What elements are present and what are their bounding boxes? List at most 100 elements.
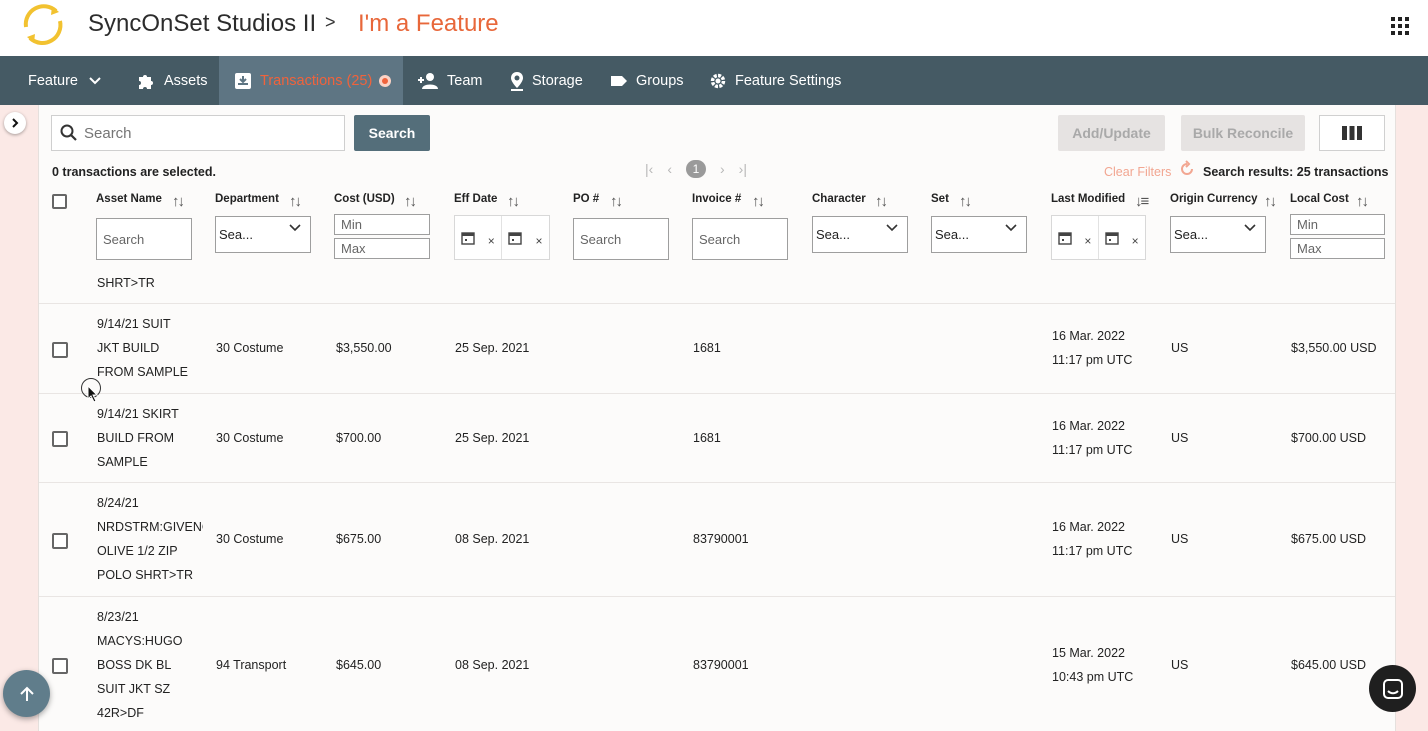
nav-groups[interactable]: Groups xyxy=(610,56,684,105)
sort-icon[interactable]: ↑↓ xyxy=(752,193,765,210)
search-button[interactable]: Search xyxy=(354,115,430,151)
sort-icon[interactable]: ↑↓ xyxy=(289,193,302,210)
scroll-to-top-button[interactable] xyxy=(3,670,50,717)
asset-name-cell[interactable]: 8/24/21 NRDSTRM:GIVENCHY OLIVE 1/2 ZIP P… xyxy=(97,491,203,587)
modified-from[interactable]: × xyxy=(1052,216,1099,259)
cost-min-field[interactable]: Min xyxy=(334,214,430,235)
table-row[interactable]: 9/14/21 SKIRT BUILD FROM SAMPLE 30 Costu… xyxy=(39,393,1395,482)
row-checkbox[interactable] xyxy=(52,342,68,358)
row-checkbox[interactable] xyxy=(52,431,68,447)
clear-date-icon[interactable]: × xyxy=(1132,234,1139,248)
search-field[interactable] xyxy=(51,115,345,151)
person-add-icon xyxy=(418,72,438,89)
col-local-cost[interactable]: Local Cost xyxy=(1290,193,1349,205)
local-cost-cell: $700.00 USD xyxy=(1291,431,1367,445)
col-asset-name[interactable]: Asset Name xyxy=(96,193,162,205)
inbox-download-icon xyxy=(235,72,251,89)
modified-time: 11:17 pm UTC xyxy=(1052,353,1133,367)
asset-line: BOSS DK BL xyxy=(97,658,172,672)
character-filter[interactable]: Sea... xyxy=(812,216,908,253)
col-set[interactable]: Set xyxy=(931,193,949,205)
sort-icon[interactable]: ↑↓ xyxy=(610,193,623,210)
clear-date-icon[interactable]: × xyxy=(535,234,542,248)
nav-assets[interactable]: Assets xyxy=(136,56,208,105)
col-invoice[interactable]: Invoice # xyxy=(692,193,741,205)
origin-currency-filter[interactable]: Sea... xyxy=(1170,216,1266,253)
table-row[interactable]: 9/14/21 SUIT JKT BUILD FROM SAMPLE 30 Co… xyxy=(39,303,1395,393)
select-all-checkbox[interactable] xyxy=(52,194,67,209)
feature-name[interactable]: I'm a Feature xyxy=(358,10,499,38)
modified-time: 10:43 pm UTC xyxy=(1052,670,1134,684)
column-chooser-button[interactable] xyxy=(1319,115,1385,151)
col-department[interactable]: Department xyxy=(215,193,279,205)
sort-icon[interactable]: ↑↓ xyxy=(507,193,520,210)
col-last-modified[interactable]: Last Modified xyxy=(1051,193,1125,205)
local-cost-max-field[interactable]: Max xyxy=(1290,238,1385,259)
sort-icon[interactable]: ↑↓ xyxy=(1356,193,1369,210)
clear-date-icon[interactable]: × xyxy=(488,234,495,248)
studio-name[interactable]: SyncOnSet Studios II xyxy=(88,10,316,38)
set-filter[interactable]: Sea... xyxy=(931,216,1027,253)
sort-icon[interactable]: ↑↓ xyxy=(404,193,417,210)
asset-name-filter[interactable]: Search xyxy=(96,218,192,260)
search-input[interactable] xyxy=(84,124,334,142)
eff-date-from[interactable]: × xyxy=(455,216,502,259)
last-modified-range[interactable]: × × xyxy=(1051,215,1146,260)
prev-page-icon[interactable]: ‹ xyxy=(667,161,672,177)
col-po[interactable]: PO # xyxy=(573,193,599,205)
sync-logo-icon[interactable] xyxy=(18,1,68,47)
page-number[interactable]: 1 xyxy=(685,160,706,178)
next-page-icon[interactable]: › xyxy=(720,161,725,177)
row-checkbox[interactable] xyxy=(52,533,68,549)
cost-max-field[interactable]: Max xyxy=(334,238,430,259)
invoice-cell: 1681 xyxy=(693,431,721,445)
sort-icon[interactable]: ↑↓ xyxy=(875,193,888,210)
chat-support-button[interactable] xyxy=(1369,665,1416,712)
asset-line: BUILD FROM xyxy=(97,431,175,445)
eff-date-to[interactable]: × xyxy=(502,216,549,259)
eff-date-range[interactable]: × × xyxy=(454,215,550,260)
table-row[interactable]: 8/23/21 MACYS:HUGO BOSS DK BL SUIT JKT S… xyxy=(39,596,1395,731)
asset-line: SAMPLE xyxy=(97,455,148,469)
clear-filters-link[interactable]: Clear Filters xyxy=(1104,165,1171,179)
first-page-icon[interactable]: |‹ xyxy=(645,161,653,177)
col-cost[interactable]: Cost (USD) xyxy=(334,193,395,205)
modified-to[interactable]: × xyxy=(1099,216,1146,259)
clear-date-icon[interactable]: × xyxy=(1084,234,1091,248)
col-character[interactable]: Character xyxy=(812,193,866,205)
sidebar-expand-button[interactable] xyxy=(4,112,26,134)
row-checkbox[interactable] xyxy=(52,658,68,674)
col-eff-date[interactable]: Eff Date xyxy=(454,193,497,205)
po-filter[interactable]: Search xyxy=(573,218,669,260)
asset-line: FROM SAMPLE xyxy=(97,365,188,379)
add-update-button[interactable]: Add/Update xyxy=(1058,115,1165,151)
last-page-icon[interactable]: ›| xyxy=(739,161,747,177)
invoice-filter[interactable]: Search xyxy=(692,218,788,260)
main-nav: Feature Assets Transactions (25) Team St… xyxy=(0,56,1428,105)
sort-icon[interactable]: ↑↓ xyxy=(959,193,972,210)
local-cost-min-field[interactable]: Min xyxy=(1290,214,1385,235)
nav-feature-settings[interactable]: Feature Settings xyxy=(709,56,841,105)
sort-desc-icon[interactable]: ↓≡ xyxy=(1135,193,1149,210)
refresh-icon[interactable] xyxy=(1178,160,1196,178)
asset-name-cell[interactable]: 9/14/21 SUIT JKT BUILD FROM SAMPLE xyxy=(97,312,203,384)
sort-icon[interactable]: ↑↓ xyxy=(172,193,185,210)
department-filter[interactable]: Sea... xyxy=(215,216,311,253)
gear-icon xyxy=(710,73,726,88)
nav-feature-dropdown[interactable]: Feature xyxy=(28,56,102,105)
invoice-cell: 83790001 xyxy=(693,532,749,546)
modified-date: 15 Mar. 2022 xyxy=(1052,646,1125,660)
eff-date-cell: 25 Sep. 2021 xyxy=(455,341,530,355)
nav-transactions[interactable]: Transactions (25) xyxy=(219,56,403,105)
asset-name-cell[interactable]: 8/23/21 MACYS:HUGO BOSS DK BL SUIT JKT S… xyxy=(97,605,203,725)
local-cost-cell: $3,550.00 USD xyxy=(1291,341,1377,355)
nav-team[interactable]: Team xyxy=(417,56,482,105)
asset-name-cell[interactable]: 9/14/21 SKIRT BUILD FROM SAMPLE xyxy=(97,402,203,474)
sort-icon[interactable]: ↑↓ xyxy=(1264,193,1277,210)
apps-grid-icon[interactable] xyxy=(1391,17,1409,35)
bulk-reconcile-button[interactable]: Bulk Reconcile xyxy=(1181,115,1305,151)
local-cost-cell: $675.00 USD xyxy=(1291,532,1367,546)
col-origin-currency[interactable]: Origin Currency xyxy=(1170,193,1258,205)
table-row[interactable]: 8/24/21 NRDSTRM:GIVENCHY OLIVE 1/2 ZIP P… xyxy=(39,482,1395,596)
nav-storage[interactable]: Storage xyxy=(510,56,583,105)
